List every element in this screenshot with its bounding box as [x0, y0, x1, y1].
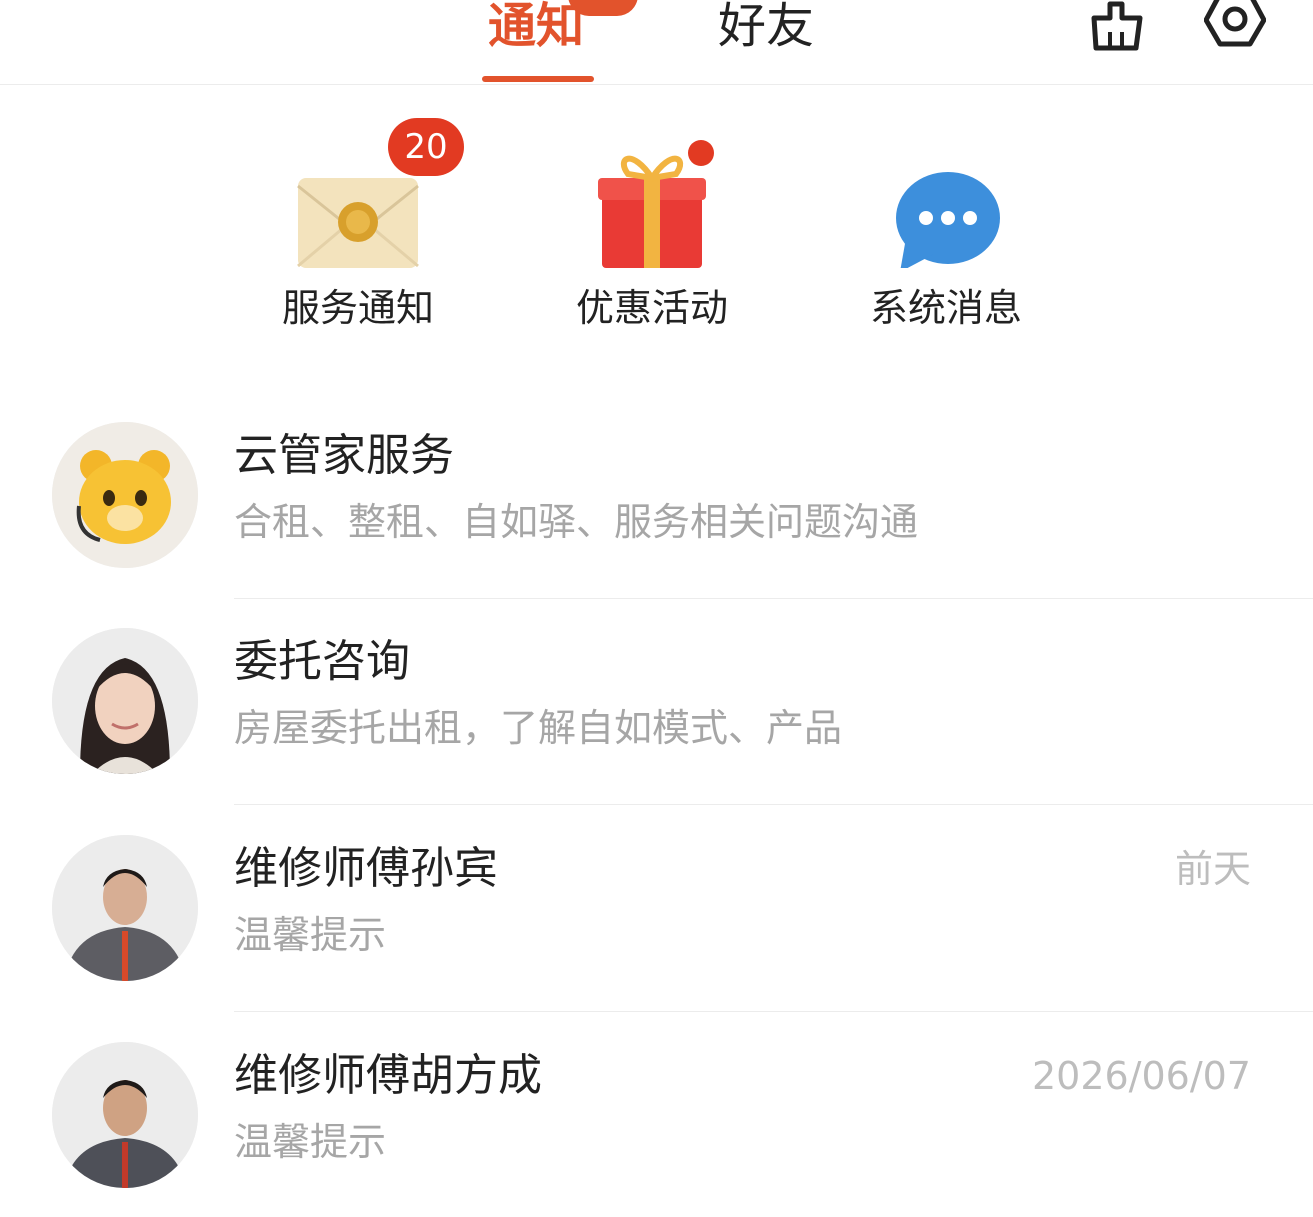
conversation-item[interactable]: 维修师傅胡方成 温馨提示 2026/06/07	[0, 1012, 1313, 1217]
category-promotions[interactable]: 优惠活动	[532, 118, 772, 348]
category-label: 系统消息	[869, 286, 1022, 330]
conversation-subtitle: 合租、整租、自如驿、服务相关问题沟通	[234, 500, 919, 544]
chat-bubble-icon	[876, 138, 1016, 272]
tab-notifications[interactable]: 通知	[488, 0, 584, 64]
category-label: 服务通知	[281, 286, 434, 330]
woman-avatar	[52, 628, 198, 774]
active-tab-indicator	[482, 76, 594, 82]
conversation-subtitle: 温馨提示	[234, 1120, 387, 1164]
conversation-time: 2026/06/07	[1031, 1054, 1251, 1098]
category-label: 优惠活动	[575, 286, 728, 330]
conversation-name: 维修师傅胡方成	[234, 1050, 542, 1101]
man-avatar	[52, 1042, 198, 1188]
conversation-name: 维修师傅孙宾	[234, 843, 498, 894]
gear-icon[interactable]	[1203, 0, 1267, 48]
conversation-subtitle: 房屋委托出租，了解自如模式、产品	[234, 706, 843, 750]
messages-page: 通知 好友 20 服务通知 优惠活动 系统消息 云管家服务 合租、整租、自如驿、…	[0, 0, 1313, 1217]
conversation-item[interactable]: 维修师傅孙宾 温馨提示 前天	[0, 805, 1313, 1012]
conversation-name: 云管家服务	[234, 430, 454, 481]
tab-friends[interactable]: 好友	[718, 0, 814, 64]
header-bar: 通知 好友	[0, 0, 1313, 85]
promotions-dot-badge	[688, 140, 714, 166]
conversation-item[interactable]: 委托咨询 房屋委托出租，了解自如模式、产品	[0, 598, 1313, 805]
tab-notifications-badge	[568, 0, 638, 16]
category-service-notifications[interactable]: 20 服务通知	[238, 118, 478, 348]
service-notifications-count-badge: 20	[388, 118, 464, 176]
conversation-name: 委托咨询	[234, 636, 410, 687]
broom-icon[interactable]	[1088, 0, 1148, 52]
man-avatar	[52, 835, 198, 981]
category-system-messages[interactable]: 系统消息	[826, 118, 1066, 348]
conversation-item[interactable]: 云管家服务 合租、整租、自如驿、服务相关问题沟通	[0, 392, 1313, 599]
conversation-time: 前天	[1174, 847, 1251, 891]
bear-mascot-avatar	[52, 422, 198, 568]
conversation-subtitle: 温馨提示	[234, 913, 387, 957]
